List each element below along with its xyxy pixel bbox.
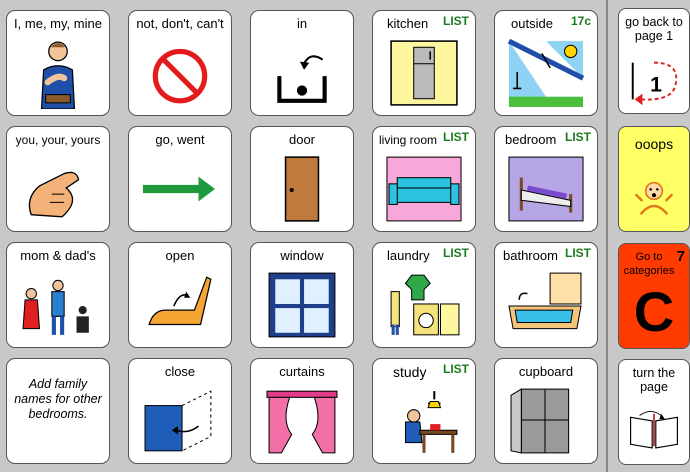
student-desk-icon: [381, 385, 467, 457]
cell-not[interactable]: not, don't, can't: [128, 10, 232, 116]
window-icon: [259, 269, 345, 341]
curtains-icon: [259, 385, 345, 457]
sidebar-label: turn the page: [632, 366, 676, 394]
cell-label: go, went: [155, 132, 205, 147]
cell-bedroom[interactable]: bedroom LIST: [494, 126, 598, 232]
surprised-person-icon: [629, 167, 679, 225]
book-icon: [627, 400, 681, 458]
cell-you[interactable]: you, your, yours: [6, 126, 110, 232]
cell-in[interactable]: in: [250, 10, 354, 116]
cell-label: door: [288, 132, 316, 147]
cell-door[interactable]: door: [250, 126, 354, 232]
cell-outside[interactable]: outside 17c: [494, 10, 598, 116]
cell-window[interactable]: window: [250, 242, 354, 348]
cell-close[interactable]: close: [128, 358, 232, 464]
cell-kitchen[interactable]: kitchen LIST: [372, 10, 476, 116]
cell-label: mom & dad's: [20, 248, 96, 263]
sofa-icon: [381, 153, 467, 225]
bathtub-icon: [503, 269, 589, 341]
ooops-button[interactable]: ooops: [618, 126, 690, 232]
go-to-categories-button[interactable]: Go to categories 7 C: [618, 243, 690, 349]
cell-go[interactable]: go, went: [128, 126, 232, 232]
cell-label: in: [296, 16, 308, 31]
sidebar: go back to page 1 1 ooops Go to categori…: [606, 0, 690, 472]
cell-label: I, me, my, mine: [14, 16, 102, 31]
cell-mom-dad[interactable]: mom & dad's: [6, 242, 110, 348]
list-badge: LIST: [565, 246, 591, 260]
go-back-page-1-button[interactable]: go back to page 1 1: [618, 8, 690, 114]
sidebar-label: ooops: [634, 136, 674, 152]
cell-laundry[interactable]: laundry LIST: [372, 242, 476, 348]
cell-bathroom[interactable]: bathroom LIST: [494, 242, 598, 348]
categories-badge: 7: [676, 248, 685, 265]
list-badge: LIST: [443, 362, 469, 376]
cell-cupboard[interactable]: cupboard: [494, 358, 598, 464]
list-badge: LIST: [565, 130, 591, 144]
list-badge: LIST: [443, 14, 469, 28]
cell-label: cupboard: [518, 364, 574, 379]
pointing-finger-icon: [15, 153, 101, 225]
prohibited-icon: [137, 37, 223, 109]
list-badge: LIST: [443, 130, 469, 144]
close-box-icon: [137, 385, 223, 457]
cell-label: you, your, yours: [15, 133, 101, 147]
list-badge: LIST: [443, 246, 469, 260]
page-number-text: 1: [650, 73, 662, 97]
outside-house-icon: [503, 37, 589, 109]
back-arrow-icon: 1: [625, 55, 683, 107]
cell-living-room[interactable]: living room LIST: [372, 126, 476, 232]
category-letter: C: [633, 280, 675, 343]
cell-family-note[interactable]: Add family names for other bedrooms.: [6, 358, 110, 464]
fridge-icon: [381, 37, 467, 109]
cupboard-icon: [503, 385, 589, 457]
door-icon: [259, 153, 345, 225]
cell-study[interactable]: study LIST: [372, 358, 476, 464]
turn-the-page-button[interactable]: turn the page: [618, 359, 690, 465]
green-arrow-icon: [137, 153, 223, 225]
family-names-note: Add family names for other bedrooms.: [14, 377, 102, 421]
in-container-icon: [259, 37, 345, 109]
sidebar-label: Go to categories: [623, 251, 675, 277]
page-badge: 17c: [570, 14, 591, 28]
symbol-grid: I, me, my, mine not, don't, can't in kit…: [0, 0, 605, 472]
person-pointing-self-icon: [15, 37, 101, 109]
family-icon: [15, 269, 101, 341]
cell-label: window: [280, 248, 324, 263]
cell-curtains[interactable]: curtains: [250, 358, 354, 464]
open-box-icon: [137, 269, 223, 341]
cell-label: curtains: [279, 364, 325, 379]
bed-icon: [503, 153, 589, 225]
cell-label: not, don't, can't: [136, 16, 224, 31]
cell-label: close: [164, 364, 196, 379]
cell-open[interactable]: open: [128, 242, 232, 348]
cell-me[interactable]: I, me, my, mine: [6, 10, 110, 116]
cell-label: open: [165, 248, 195, 263]
washing-machine-icon: [381, 269, 467, 341]
sidebar-label: go back to page 1: [625, 15, 683, 43]
